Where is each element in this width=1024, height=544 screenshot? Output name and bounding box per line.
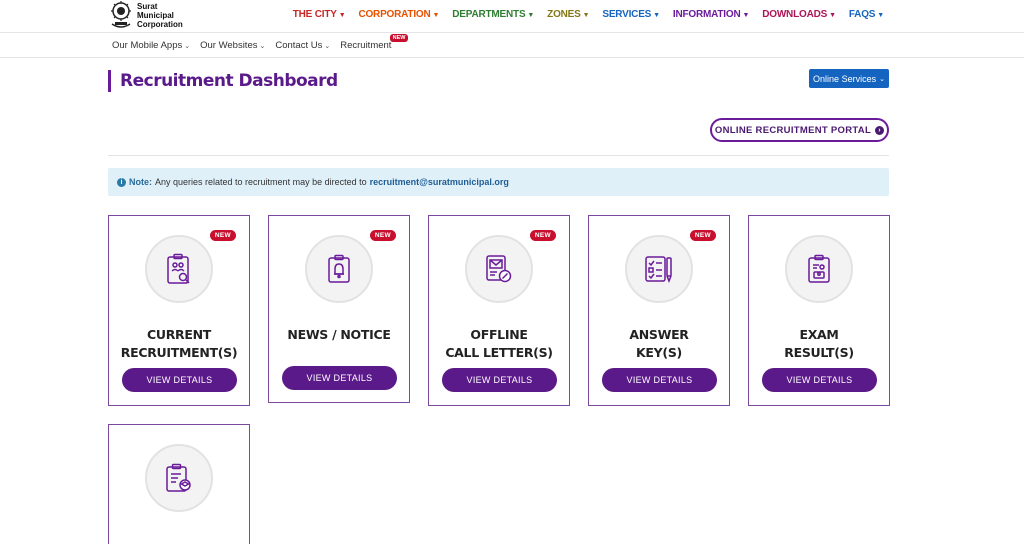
subnav-label: Contact Us (275, 40, 323, 51)
smc-emblem-icon (108, 0, 134, 30)
nav-faqs[interactable]: FAQS ▼ (849, 9, 884, 20)
exam-result-icon (785, 235, 853, 303)
chevron-down-icon: ⌄ (259, 43, 266, 50)
new-badge: NEW (209, 230, 236, 241)
caret-down-icon: ▼ (829, 12, 836, 19)
new-badge: NEW (689, 230, 716, 241)
view-details-button[interactable]: VIEW DETAILS (762, 368, 877, 392)
card-label-line: OFFLINE (470, 327, 528, 342)
info-icon: i (117, 177, 126, 187)
nav-label: FAQS (848, 9, 876, 20)
subnav-websites[interactable]: Our Websites ⌄ (200, 40, 265, 51)
logo-text: Surat Municipal Corporation (137, 2, 183, 29)
online-recruitment-portal-button[interactable]: ONLINE RECRUITMENT PORTAL › (710, 118, 889, 142)
divider (108, 155, 889, 156)
subnav-label: Recruitment (340, 40, 392, 51)
card-label-line: KEY(S) (636, 345, 682, 360)
card-label-line: CALL LETTER(S) (445, 345, 553, 360)
logo-line: Corporation (137, 19, 183, 29)
card-label: NEWS / NOTICE (269, 326, 409, 344)
call-letter-icon (465, 235, 533, 303)
subnav-label: Our Mobile Apps (112, 40, 183, 51)
main-nav: THE CITY ▼ CORPORATION ▼ DEPARTMENTS ▼ ZONE… (280, 9, 884, 20)
top-header: Surat Municipal Corporation THE CITY ▼ CO… (0, 0, 1024, 32)
view-details-button[interactable]: VIEW DETAILS (442, 368, 557, 392)
new-badge: NEW (529, 230, 556, 241)
subnav-contact-us[interactable]: Contact Us ⌄ (275, 40, 330, 51)
sub-nav: Our Mobile Apps ⌄ Our Websites ⌄ Contact U… (0, 32, 1024, 88)
note-text: Any queries related to recruitment may b… (155, 177, 367, 187)
nav-information[interactable]: INFORMATION ▼ (672, 9, 750, 20)
nav-downloads[interactable]: DOWNLOADS ▼ (762, 9, 836, 20)
subnav-recruitment[interactable]: Recruitment NEW (340, 34, 409, 51)
card-label-line: RECRUITMENT(S) (120, 345, 238, 360)
card-label: ANSWER KEY(S) (589, 326, 729, 362)
certificate-icon (145, 444, 213, 512)
portal-button-label: ONLINE RECRUITMENT PORTAL (714, 124, 872, 136)
smc-logo[interactable]: Surat Municipal Corporation (108, 0, 183, 30)
card-label-line: EXAM (799, 327, 839, 342)
card-label-line: NEWS / NOTICE (287, 327, 391, 342)
nav-the-city[interactable]: THE CITY ▼ (293, 9, 346, 20)
card-label: CURRENT RECRUITMENT(S) (109, 326, 249, 362)
nav-departments[interactable]: DEPARTMENTS ▼ (452, 9, 534, 20)
nav-label: INFORMATION (672, 9, 741, 20)
chevron-down-icon: ⌄ (324, 43, 331, 50)
nav-corporation[interactable]: CORPORATION ▼ (358, 9, 439, 20)
notice-bell-icon (305, 235, 373, 303)
subnav-mobile-apps[interactable]: Our Mobile Apps ⌄ (112, 40, 190, 51)
card-exam-result: EXAM RESULT(S) VIEW DETAILS (748, 215, 890, 406)
caret-down-icon: ▼ (582, 12, 590, 19)
new-badge: NEW (369, 230, 396, 241)
card-label-line: ANSWER (629, 327, 689, 342)
nav-label: DOWNLOADS (762, 9, 828, 20)
arrow-right-circle-icon: › (875, 125, 885, 135)
clipboard-users-icon (145, 235, 213, 303)
page-title: Recruitment Dashboard (108, 70, 338, 92)
new-badge: NEW (389, 34, 409, 42)
card-label: EXAM RESULT(S) (749, 326, 889, 362)
chevron-down-icon: ⌄ (184, 43, 191, 50)
card-label: OFFLINE CALL LETTER(S) (429, 326, 569, 362)
nav-label: THE CITY (292, 9, 337, 20)
chevron-down-icon: ⌄ (879, 75, 885, 83)
nav-label: DEPARTMENTS (452, 9, 526, 20)
view-details-button[interactable]: VIEW DETAILS (122, 368, 237, 392)
nav-zones[interactable]: ZONES ▼ (547, 9, 589, 20)
view-details-button[interactable]: VIEW DETAILS (282, 366, 397, 390)
view-details-button[interactable]: VIEW DETAILS (602, 368, 717, 392)
card-label-line: CURRENT (146, 327, 211, 342)
card-label-line: RESULT(S) (784, 345, 854, 360)
card-offline-call-letter: NEW OFFLINE CALL LETTER(S) VIEW DETAILS (428, 215, 570, 406)
nav-services[interactable]: SERVICES ▼ (602, 9, 660, 20)
note-label: Note: (129, 177, 152, 187)
card-answer-key: NEW ANSWER KEY(S) VIEW DETAILS (588, 215, 730, 406)
sub-nav-items: Our Mobile Apps ⌄ Our Websites ⌄ Contact U… (112, 34, 409, 51)
logo-line: Municipal (137, 10, 174, 20)
caret-down-icon: ▼ (338, 12, 346, 19)
subnav-label: Our Websites (200, 40, 258, 51)
caret-down-icon: ▼ (432, 12, 440, 19)
card-current-recruitment: NEW CURRENT RECRUITMENT(S) VIEW DETAILS (108, 215, 250, 406)
logo-line: Surat (137, 1, 158, 11)
nav-label: CORPORATION (358, 9, 431, 20)
nav-label: SERVICES (602, 9, 652, 20)
online-services-button[interactable]: Online Services ⌄ (809, 69, 889, 88)
card-news-notice: NEW NEWS / NOTICE VIEW DETAILS (268, 215, 410, 403)
nav-label: ZONES (547, 9, 581, 20)
card-certificate (108, 424, 250, 544)
caret-down-icon: ▼ (742, 12, 750, 19)
online-services-label: Online Services (813, 73, 877, 84)
caret-down-icon: ▼ (877, 12, 884, 19)
note-alert: i Note: Any queries related to recruitme… (108, 168, 889, 196)
answer-key-icon (625, 235, 693, 303)
caret-down-icon: ▼ (653, 12, 660, 19)
caret-down-icon: ▼ (527, 12, 535, 19)
note-email-link[interactable]: recruitment@suratmunicipal.org (370, 177, 509, 187)
